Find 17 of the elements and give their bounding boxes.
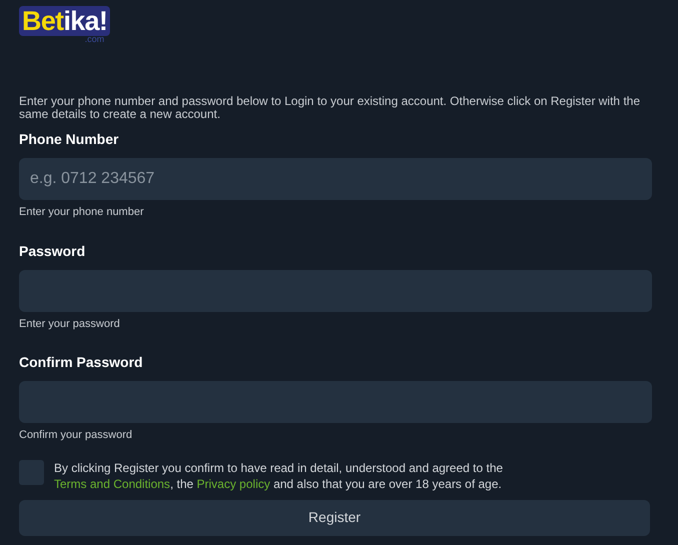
field-label: Phone Number bbox=[19, 130, 120, 149]
field-hint: Confirm your password bbox=[19, 428, 134, 443]
register-button[interactable]: Register bbox=[19, 500, 650, 536]
consent-text: By clicking Register you confirm to have read in detail, understood and agreed to the Terms and Conditions, the Privacy policy and also that you are over 18 years of age. bbox=[54, 460, 504, 492]
field-hint: Enter your password bbox=[19, 316, 121, 332]
field-label: Confirm Password bbox=[19, 353, 144, 372]
field-hint: Enter your phone number bbox=[19, 205, 145, 220]
intro-text: Enter your phone number and password below to Login to your existing account. Otherwise click on Register with the same details to create a new account. bbox=[19, 95, 641, 121]
consent-link[interactable]: Terms and Conditions bbox=[54, 476, 170, 490]
input-field[interactable] bbox=[19, 381, 652, 423]
input-field[interactable] bbox=[19, 270, 652, 312]
consent-checkbox[interactable] bbox=[19, 460, 44, 484]
input-field[interactable]: e.g. 0712 234567 bbox=[19, 158, 652, 200]
consent-link[interactable]: Privacy policy bbox=[196, 476, 270, 490]
logo-domain: .com bbox=[84, 35, 104, 44]
field-label: Password bbox=[19, 242, 86, 260]
logo-wordmark: Betika! bbox=[19, 6, 110, 36]
